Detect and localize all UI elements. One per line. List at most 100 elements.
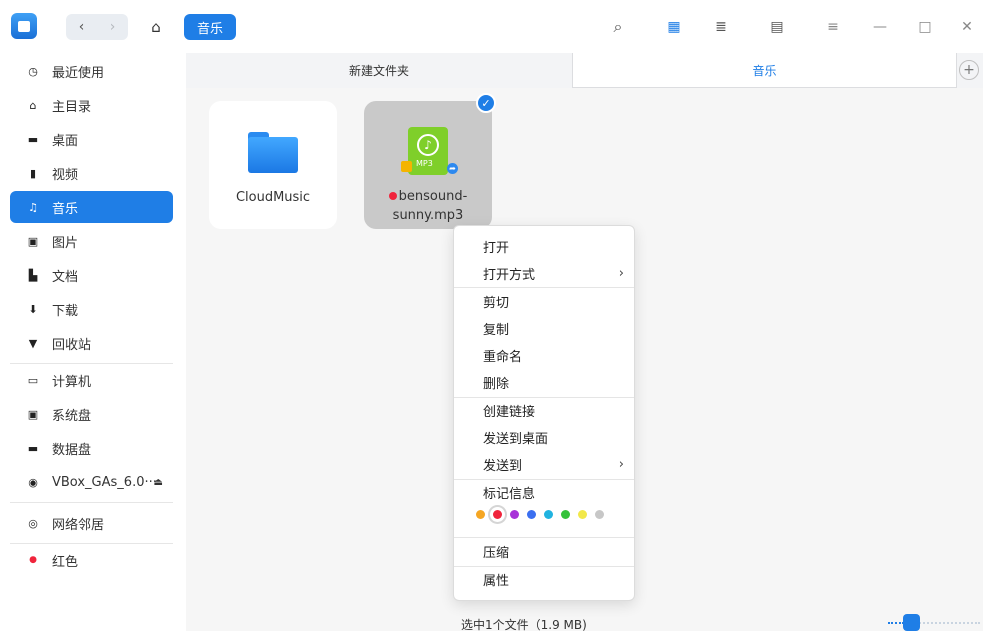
detail-view-button[interactable]: ▤ [763, 14, 791, 40]
menu-item-open[interactable]: 打开 [454, 233, 634, 260]
sidebar-item-music[interactable]: ♫ 音乐 [10, 191, 173, 223]
file-name: bensound- [364, 187, 492, 206]
sidebar-item-label: 红色 [52, 554, 79, 570]
tab-new-folder[interactable]: 新建文件夹 [186, 53, 573, 88]
menu-item-label: 发送到桌面 [483, 432, 549, 447]
tag-color-dot[interactable] [578, 510, 587, 519]
sidebar-item-downloads[interactable]: ⬇ 下载 [10, 293, 173, 325]
link-icon: ➦ [447, 163, 458, 174]
tab-music[interactable]: 音乐 [573, 53, 957, 88]
file-name: CloudMusic [235, 190, 311, 205]
home-button[interactable]: ⌂ [141, 14, 171, 40]
menu-item-label: 属性 [483, 574, 510, 589]
sidebar-item-computer[interactable]: ▭ 计算机 [10, 364, 173, 396]
tag-color-picker [476, 510, 612, 519]
close-button[interactable]: ✕ [953, 14, 981, 40]
sidebar-item-documents[interactable]: ▙ 文档 [10, 259, 173, 291]
main-menu-button[interactable]: ≡ [819, 14, 847, 40]
menu-item-label: 重命名 [483, 350, 523, 365]
minimize-button[interactable]: — [866, 14, 894, 40]
forward-button[interactable]: › [97, 14, 128, 40]
sidebar-item-label: 音乐 [52, 201, 79, 217]
sidebar-item-data-disk[interactable]: ▬ 数据盘 [10, 432, 173, 464]
video-icon: ▮ [29, 166, 37, 180]
sidebar-item-label: 计算机 [52, 374, 92, 390]
tag-color-dot[interactable] [595, 510, 604, 519]
tag-color-dot[interactable] [544, 510, 553, 519]
nav-buttons: ‹ › [66, 14, 128, 40]
list-view-button[interactable]: ≣ [707, 14, 735, 40]
download-icon: ⬇ [28, 302, 38, 316]
red-tag-dot [388, 192, 397, 200]
menu-item-label: 创建链接 [483, 405, 536, 420]
sidebar-item-vbox-disc[interactable]: ◉ VBox_GAs_6.0··· ⏏ [10, 466, 173, 498]
menu-item-cut[interactable]: 剪切 [454, 288, 634, 315]
sidebar-item-label: 桌面 [52, 133, 79, 149]
music-icon: ♫ [28, 200, 38, 214]
computer-icon: ▭ [27, 373, 39, 387]
sidebar-item-trash[interactable]: ▼ 回收站 [10, 327, 173, 359]
menu-item-label: 打开方式 [483, 268, 536, 283]
folder-icon [248, 132, 298, 173]
titlebar: ‹ › ⌂ 音乐 ⌕ ▦ ≣ ▤ ≡ — □ ✕ [0, 0, 983, 53]
tag-color-dot[interactable] [527, 510, 536, 519]
icon-view-button[interactable]: ▦ [660, 14, 688, 40]
slider-handle[interactable] [903, 614, 920, 631]
audio-file-icon: ♪ MP3 [408, 127, 448, 175]
sidebar-item-tag-red[interactable]: ● 红色 [10, 544, 173, 576]
menu-item-label: 剪切 [483, 296, 510, 311]
desktop-icon: ▬ [27, 132, 39, 146]
back-button[interactable]: ‹ [66, 14, 97, 40]
menu-item-properties[interactable]: 属性 [454, 566, 634, 593]
status-text: 选中1个文件（1.9 MB) [461, 618, 587, 631]
tag-color-dot[interactable] [476, 510, 485, 519]
menu-item-delete[interactable]: 删除 [454, 369, 634, 396]
music-note-icon: ♪ [417, 134, 439, 156]
sidebar-item-label: 系统盘 [52, 408, 92, 424]
menu-item-send-to[interactable]: 发送到 › [454, 451, 634, 478]
sidebar-item-label: 回收站 [52, 337, 92, 353]
file-item-mp3[interactable]: ✓ ♪ MP3 ➦ bensound- sunny.mp3 [364, 93, 496, 229]
menu-item-send-to-desktop[interactable]: 发送到桌面 [454, 424, 634, 451]
sidebar-item-label: 视频 [52, 167, 79, 183]
tab-bar: 新建文件夹 音乐 + [186, 53, 983, 88]
file-item-folder[interactable]: CloudMusic [209, 101, 337, 229]
sidebar-item-system-disk[interactable]: ▣ 系统盘 [10, 398, 173, 430]
menu-item-copy[interactable]: 复制 [454, 315, 634, 342]
sidebar-item-network[interactable]: ◎ 网络邻居 [10, 507, 173, 539]
tag-color-dot[interactable] [510, 510, 519, 519]
breadcrumb-music[interactable]: 音乐 [184, 14, 237, 40]
maximize-button[interactable]: □ [911, 14, 939, 40]
sidebar-item-label: 数据盘 [52, 442, 92, 458]
document-icon: ▙ [28, 268, 38, 282]
sidebar-item-label: 主目录 [52, 99, 92, 115]
sidebar-item-pictures[interactable]: ▣ 图片 [10, 225, 173, 257]
add-tab-button[interactable]: + [959, 60, 979, 80]
menu-item-create-link[interactable]: 创建链接 [454, 397, 634, 424]
eject-icon[interactable]: ⏏ [154, 477, 163, 488]
file-manager-window: ‹ › ⌂ 音乐 ⌕ ▦ ≣ ▤ ≡ — □ ✕ ◷ 最近使用 ⌂ 主目录 ▬ … [0, 0, 983, 631]
menu-item-tag-info[interactable]: 标记信息 [454, 479, 634, 506]
tag-color-dot[interactable] [493, 510, 502, 519]
menu-item-open-with[interactable]: 打开方式 › [454, 260, 634, 287]
optical-disc-icon: ◉ [28, 475, 38, 489]
menu-item-compress[interactable]: 压缩 [454, 538, 634, 565]
sidebar-item-recent[interactable]: ◷ 最近使用 [10, 55, 173, 87]
sidebar-item-label: VBox_GAs_6.0··· [52, 474, 157, 490]
tag-color-dot[interactable] [561, 510, 570, 519]
sidebar-item-label: 网络邻居 [52, 517, 105, 533]
file-type-label: MP3 [416, 159, 433, 168]
menu-item-label: 删除 [483, 377, 510, 392]
sidebar-item-desktop[interactable]: ▬ 桌面 [10, 123, 173, 155]
file-name-line1: bensound- [398, 189, 468, 204]
picture-icon: ▣ [27, 234, 39, 248]
icon-size-slider[interactable] [888, 614, 980, 631]
check-icon: ✓ [476, 93, 496, 113]
sidebar-item-home[interactable]: ⌂ 主目录 [10, 89, 173, 121]
disk-icon: ▬ [27, 441, 39, 455]
menu-item-rename[interactable]: 重命名 [454, 342, 634, 369]
context-menu: 打开 打开方式 › 剪切 复制 重命名 删除 创建链接 发送到桌面 发送到 › 标记… [453, 225, 635, 601]
sidebar-item-videos[interactable]: ▮ 视频 [10, 157, 173, 189]
search-button[interactable]: ⌕ [604, 14, 632, 40]
sidebar-item-label: 下载 [52, 303, 79, 319]
